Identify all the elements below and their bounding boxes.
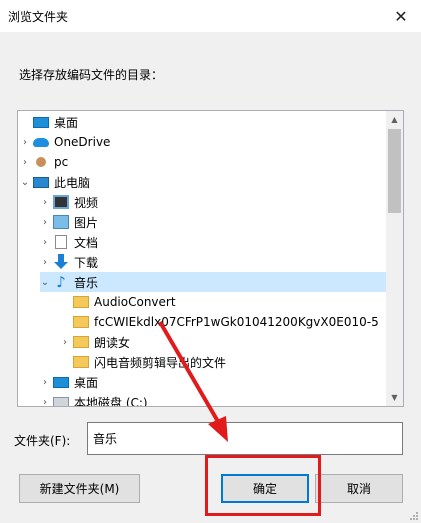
tree-item-onedrive[interactable]: › OneDrive xyxy=(20,132,387,152)
new-folder-button[interactable]: 新建文件夹(M) xyxy=(19,474,140,503)
folder-icon xyxy=(73,316,89,328)
tree-item-downloads[interactable]: › 下载 xyxy=(40,252,403,272)
vertical-scrollbar[interactable]: ▲ ▼ xyxy=(386,111,403,406)
tree-item-local-disk[interactable]: › 本地磁盘 (C:) xyxy=(40,392,403,407)
cancel-button[interactable]: 取消 xyxy=(315,474,403,503)
close-button[interactable]: ✕ xyxy=(381,0,421,32)
music-icon: ♪ xyxy=(56,273,66,291)
tree-item-pictures[interactable]: › 图片 xyxy=(40,212,403,232)
chevron-down-icon[interactable]: ⌄ xyxy=(40,272,50,292)
tree-item-label: 闪电音频剪辑导出的文件 xyxy=(94,355,227,370)
drive-icon xyxy=(53,397,69,406)
desktop-icon xyxy=(33,116,49,128)
tree-item-label: 桌面 xyxy=(74,375,99,390)
expander-icon xyxy=(60,292,70,312)
scroll-up-icon[interactable]: ▲ xyxy=(386,111,403,128)
tree-item-desktop-sub[interactable]: › 桌面 xyxy=(40,372,403,392)
tree-item-label: 桌面 xyxy=(54,115,79,130)
folder-field-label: 文件夹(F): xyxy=(14,434,71,448)
tree-item-label: 本地磁盘 (C:) xyxy=(74,395,148,407)
folder-input[interactable] xyxy=(87,422,403,455)
chevron-right-icon[interactable]: › xyxy=(40,372,50,392)
tree-item-export-folder[interactable]: 闪电音频剪辑导出的文件 xyxy=(60,352,403,372)
tree-item-label: fcCWIEkdlx07CFrP1wGk01041200KgvX0E010-5 xyxy=(94,315,379,329)
chevron-right-icon[interactable]: › xyxy=(40,252,50,272)
tree-item-label: 朗读女 xyxy=(94,335,131,350)
ok-button[interactable]: 确定 xyxy=(221,474,309,503)
window-title: 浏览文件夹 xyxy=(8,10,69,24)
resize-grip-icon[interactable] xyxy=(409,511,419,521)
title-bar: 浏览文件夹 ✕ xyxy=(0,0,421,32)
chevron-right-icon[interactable]: › xyxy=(40,212,50,232)
tree-item-label: 视频 xyxy=(74,195,99,210)
tree-item-label: 下载 xyxy=(74,255,99,270)
tree-item-music[interactable]: ⌄ ♪ 音乐 xyxy=(40,272,387,292)
tree-item-videos[interactable]: › 视频 xyxy=(40,192,403,212)
tree-item-fc-folder[interactable]: fcCWIEkdlx07CFrP1wGk01041200KgvX0E010-5 xyxy=(60,312,403,332)
chevron-right-icon[interactable]: › xyxy=(20,132,30,152)
folder-icon xyxy=(73,296,89,308)
tree-item-audioconvert[interactable]: AudioConvert xyxy=(60,292,403,312)
folder-icon xyxy=(73,356,89,368)
expander-icon xyxy=(20,112,30,132)
folder-tree[interactable]: 桌面 › OneDrive › pc ⌄ 此电脑 › 视频 › 图片 › 文档 … xyxy=(17,110,404,407)
expander-icon xyxy=(60,352,70,372)
tree-item-label: 文档 xyxy=(74,235,99,250)
tree-item-documents[interactable]: › 文档 xyxy=(40,232,403,252)
chevron-right-icon[interactable]: › xyxy=(20,152,30,172)
tree-item-label: 此电脑 xyxy=(54,175,91,190)
folder-icon xyxy=(73,336,89,348)
tree-item-this-pc[interactable]: ⌄ 此电脑 xyxy=(20,172,387,192)
expander-icon xyxy=(60,312,70,332)
documents-icon xyxy=(55,235,67,249)
chevron-right-icon[interactable]: › xyxy=(40,232,50,252)
download-icon xyxy=(53,254,69,270)
chevron-right-icon[interactable]: › xyxy=(40,192,50,212)
tree-item-label: 音乐 xyxy=(74,275,99,290)
video-icon xyxy=(53,195,69,209)
pictures-icon xyxy=(53,215,69,229)
tree-item-pc-user[interactable]: › pc xyxy=(20,152,387,172)
scroll-thumb[interactable] xyxy=(388,129,401,213)
tree-item-label: OneDrive xyxy=(54,135,111,149)
user-icon xyxy=(36,157,46,167)
tree-item-langdunv[interactable]: › 朗读女 xyxy=(60,332,403,352)
chevron-right-icon[interactable]: › xyxy=(40,392,50,407)
scroll-down-icon[interactable]: ▼ xyxy=(386,389,403,406)
onedrive-icon xyxy=(33,137,49,147)
tree-item-label: pc xyxy=(54,155,69,169)
chevron-down-icon[interactable]: ⌄ xyxy=(20,172,30,192)
tree-item-label: AudioConvert xyxy=(94,295,176,309)
dialog-prompt: 选择存放编码文件的目录： xyxy=(19,68,164,82)
tree-item-desktop[interactable]: 桌面 xyxy=(20,112,387,132)
pc-icon xyxy=(33,176,49,188)
desktop-icon xyxy=(53,376,69,388)
tree-item-label: 图片 xyxy=(74,215,99,230)
chevron-right-icon[interactable]: › xyxy=(60,332,70,352)
